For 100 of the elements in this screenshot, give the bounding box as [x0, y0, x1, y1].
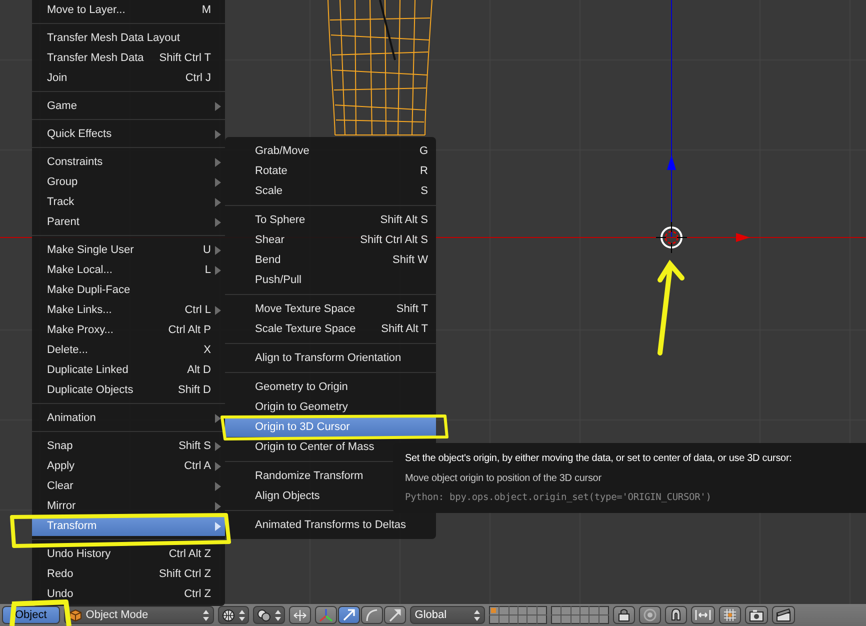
updown-caret-icon	[474, 610, 480, 620]
menu-item[interactable]: Make Local... L	[32, 260, 225, 280]
updown-caret-icon	[202, 610, 209, 620]
menu-item[interactable]: To Sphere Shift Alt S	[225, 210, 436, 230]
shortcut-label: Alt D	[187, 364, 211, 376]
tooltip-detail: Move object origin to position of the 3D cursor	[405, 472, 602, 486]
snap-button[interactable]	[664, 606, 687, 624]
menu-item[interactable]: Origin to Geometry	[225, 397, 436, 417]
submenu-arrow-icon	[215, 266, 221, 274]
shortcut-label: Shift T	[396, 303, 428, 315]
rotate-button[interactable]	[360, 606, 383, 624]
arrows-icon	[292, 608, 307, 622]
submenu-arrow-icon	[215, 130, 221, 138]
pivot-dropdown[interactable]	[252, 606, 285, 624]
updown-caret-icon	[238, 610, 245, 620]
menu-item[interactable]: Mirror	[32, 496, 225, 516]
menu-item[interactable]: Bend Shift W	[225, 250, 436, 270]
menu-item[interactable]: Rotate R	[225, 161, 436, 181]
shortcut-label: Shift Ctrl Alt S	[360, 234, 428, 246]
3d-cursor-icon	[656, 222, 688, 254]
lock-button[interactable]	[612, 606, 635, 624]
lock-icon	[616, 608, 631, 622]
shortcut-label: S	[420, 185, 428, 197]
arrow-icon	[342, 608, 356, 622]
submenu-arrow-icon	[215, 462, 221, 470]
snap-element-icon	[694, 608, 711, 622]
menu-item[interactable]: Track	[32, 192, 225, 212]
submenu-arrow-icon	[215, 198, 221, 206]
snap-target-button[interactable]	[718, 606, 741, 624]
arc-icon	[364, 608, 379, 622]
menu-item[interactable]: Group	[32, 172, 225, 192]
menu-item[interactable]: Constraints	[32, 152, 225, 172]
menu-item[interactable]: Apply Ctrl A	[32, 456, 225, 476]
submenu-arrow-icon	[215, 158, 221, 166]
menu-item[interactable]: Grab/Move G	[225, 141, 436, 161]
submenu-arrow-icon	[215, 102, 221, 110]
tooltip-python: Python: bpy.ops.object.origin_set(type='ORIGIN_CURSOR')	[405, 491, 712, 505]
manipulator-button[interactable]	[314, 606, 337, 624]
shortcut-label: G	[419, 145, 428, 157]
shortcut-label: Shift S	[178, 440, 211, 452]
submenu-arrow-icon	[215, 414, 221, 422]
submenu-arrow-icon	[215, 218, 221, 226]
orientation-dropdown[interactable]: Global	[410, 606, 485, 624]
layer-grid-icon	[550, 606, 609, 624]
proportional-button[interactable]	[638, 606, 661, 624]
camera-icon	[748, 608, 764, 622]
menu-item[interactable]: Game	[32, 96, 225, 116]
menu-item[interactable]: Make Single User U	[32, 240, 225, 260]
shortcut-label: Shift Alt S	[380, 214, 428, 226]
menu-item[interactable]: Animation	[32, 408, 225, 428]
menu-item[interactable]: Make Proxy... Ctrl Alt P	[32, 320, 225, 340]
menu-item[interactable]: Align to Transform Orientation	[225, 348, 436, 368]
highlight-annotation	[10, 600, 72, 626]
menu-item[interactable]: Scale Texture Space Shift Alt T	[225, 319, 436, 339]
menu-item[interactable]: Undo Ctrl Z	[32, 584, 225, 604]
menu-item[interactable]: Snap Shift S	[32, 436, 225, 456]
menu-item[interactable]: Duplicate Linked Alt D	[32, 360, 225, 380]
menu-item[interactable]: Transfer Mesh Data Layout	[32, 28, 225, 48]
menu-item[interactable]: Origin to 3D Cursor	[225, 417, 436, 437]
shortcut-label: R	[420, 165, 428, 177]
menu-item[interactable]: Move to Layer... M	[32, 0, 225, 20]
menu-item[interactable]: Geometry to Origin	[225, 377, 436, 397]
shortcut-label: Shift Ctrl Z	[159, 568, 211, 580]
menu-item[interactable]: Make Links... Ctrl L	[32, 300, 225, 320]
menu-item[interactable]: Parent	[32, 212, 225, 232]
snap-element-button[interactable]	[690, 606, 715, 624]
menu-item[interactable]: Make Dupli-Face	[32, 280, 225, 300]
shading-dropdown[interactable]	[218, 606, 249, 624]
menu-item[interactable]: Quick Effects	[32, 124, 225, 144]
snap-toggle-button[interactable]	[288, 606, 311, 624]
menu-item[interactable]: Delete... X	[32, 340, 225, 360]
mode-dropdown[interactable]: Object Mode	[64, 606, 214, 624]
menu-item[interactable]: Animated Transforms to Deltas	[225, 515, 436, 535]
menu-item[interactable]: Push/Pull	[225, 270, 436, 290]
translate-button[interactable]	[338, 606, 360, 624]
shortcut-label: M	[202, 4, 211, 16]
shortcut-label: Ctrl Alt Z	[168, 548, 211, 560]
menu-item[interactable]: Redo Shift Ctrl Z	[32, 564, 225, 584]
scale-button[interactable]	[384, 606, 406, 624]
menu-item[interactable]: Undo History Ctrl Alt Z	[32, 544, 225, 564]
menu-item[interactable]: Shear Shift Ctrl Alt S	[225, 230, 436, 250]
circles-icon	[256, 608, 271, 622]
object-menu-button[interactable]: Object	[2, 606, 60, 624]
shortcut-label: Ctrl Z	[184, 588, 211, 600]
menu-item[interactable]: Duplicate Objects Shift D	[32, 380, 225, 400]
shortcut-label: Shift Alt T	[381, 323, 428, 335]
menu-item[interactable]: Move Texture Space Shift T	[225, 299, 436, 319]
menu-item[interactable]: Clear	[32, 476, 225, 496]
shortcut-label: Ctrl L	[184, 304, 211, 316]
clapperboard-icon	[776, 608, 791, 622]
menu-item[interactable]: Transfer Mesh Data Shift Ctrl T	[32, 48, 225, 68]
shortcut-label: Ctrl A	[184, 460, 211, 472]
shortcut-label: Ctrl J	[185, 72, 211, 84]
render-button[interactable]	[744, 606, 768, 624]
cube-icon	[68, 608, 82, 622]
menu-item[interactable]: Scale S	[225, 181, 436, 201]
render-animation-button[interactable]	[772, 606, 795, 624]
shortcut-label: L	[204, 264, 211, 276]
menu-item[interactable]: Join Ctrl J	[32, 68, 225, 88]
scale-icon	[388, 608, 402, 622]
